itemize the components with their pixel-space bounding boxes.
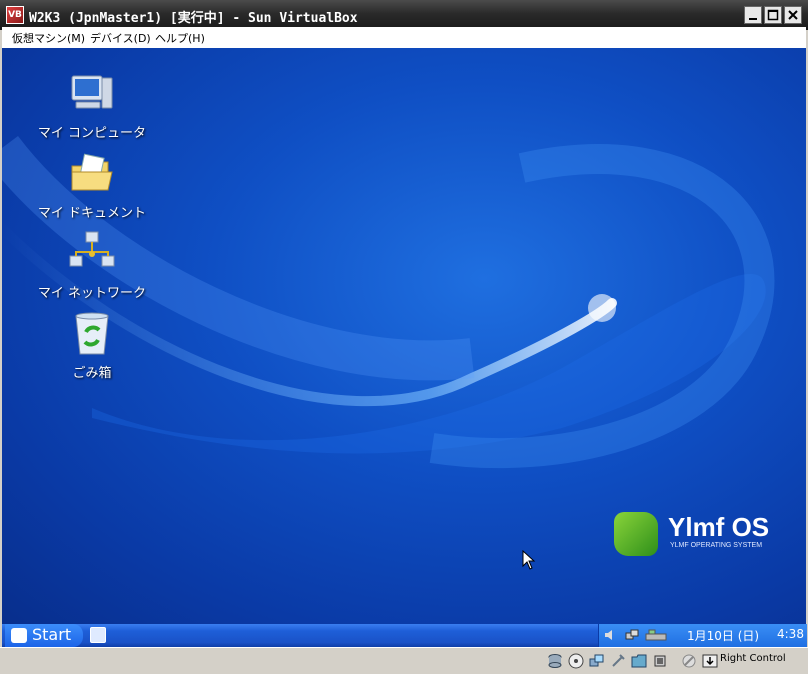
virtualbox-app-icon[interactable]: VB — [6, 6, 24, 24]
network-connection-icon[interactable] — [625, 628, 639, 642]
hard-disk-icon[interactable] — [547, 653, 563, 669]
start-button[interactable]: Start — [5, 624, 83, 647]
vm-status-bar: Right Control — [0, 647, 808, 674]
ylmf-logo-mark — [614, 512, 658, 556]
title-bar[interactable]: VB W2K3 (JpnMaster1) [実行中] - Sun Virtual… — [0, 0, 808, 30]
start-label: Start — [32, 625, 72, 644]
volume-icon[interactable] — [603, 628, 617, 642]
menu-bar: 仮想マシン(M) デバイス(D) ヘルプ(H) — [2, 27, 806, 48]
network-activity-icon[interactable] — [645, 628, 667, 642]
network-adapter-icon[interactable] — [589, 653, 605, 669]
ylmf-os-logo: Ylmf OS YLMF OPERATING SYSTEM — [614, 510, 769, 560]
maximize-icon — [767, 9, 779, 21]
virtualbox-window: VB W2K3 (JpnMaster1) [実行中] - Sun Virtual… — [0, 0, 808, 674]
host-key-label: Right Control — [720, 653, 786, 664]
mouse-integration-icon[interactable] — [681, 653, 697, 669]
desktop-icon-label: マイ ドキュメント — [37, 206, 147, 221]
menu-machine[interactable]: 仮想マシン(M) — [12, 30, 85, 46]
my-documents-icon — [71, 153, 113, 191]
desktop-icon-my-documents[interactable]: マイ ドキュメント — [32, 150, 152, 221]
clock-date[interactable]: 1月10日 (日) — [687, 627, 759, 644]
desktop-icon-recycle-bin[interactable]: ごみ箱 — [32, 310, 152, 381]
desktop-icon-my-network[interactable]: マイ ネットワーク — [32, 230, 152, 301]
menu-help[interactable]: ヘルプ(H) — [155, 30, 205, 46]
menu-devices[interactable]: デバイス(D) — [90, 30, 151, 46]
mouse-cursor-icon — [522, 550, 536, 570]
shared-folders-icon[interactable] — [631, 653, 647, 669]
logo-name: Ylmf OS — [668, 512, 770, 542]
my-computer-icon — [71, 75, 113, 109]
usb-icon[interactable] — [610, 653, 626, 669]
minimize-button[interactable] — [744, 6, 762, 24]
logo-subtitle: YLMF OPERATING SYSTEM — [670, 542, 763, 549]
minimize-icon — [749, 18, 757, 20]
close-icon — [788, 10, 798, 20]
window-title: W2K3 (JpnMaster1) [実行中] - Sun VirtualBox — [29, 11, 358, 26]
my-network-icon — [69, 231, 115, 267]
windows-logo-icon — [11, 628, 27, 643]
close-button[interactable] — [784, 6, 802, 24]
recycle-bin-icon — [75, 312, 109, 355]
desktop-icon-label: マイ コンピュータ — [37, 126, 147, 141]
virtualization-icon[interactable] — [652, 653, 668, 669]
clock-time[interactable]: 4:38 — [777, 627, 804, 641]
guest-desktop[interactable]: マイ コンピュータ マイ ドキュメント マイ ネットワーク ごみ箱 Ylmf O… — [2, 48, 806, 624]
keyboard-capture-icon[interactable] — [702, 653, 718, 669]
maximize-button[interactable] — [764, 6, 782, 24]
desktop-icon-label: マイ ネットワーク — [37, 286, 147, 301]
system-tray: 1月10日 (日) 4:38 — [598, 624, 807, 647]
cd-dvd-icon[interactable] — [568, 653, 584, 669]
desktop-icon-label: ごみ箱 — [72, 366, 112, 381]
desktop-icon-my-computer[interactable]: マイ コンピュータ — [32, 70, 152, 141]
taskbar: Start 1月10日 (日) 4:38 — [2, 624, 807, 647]
show-desktop-icon[interactable] — [90, 627, 106, 643]
